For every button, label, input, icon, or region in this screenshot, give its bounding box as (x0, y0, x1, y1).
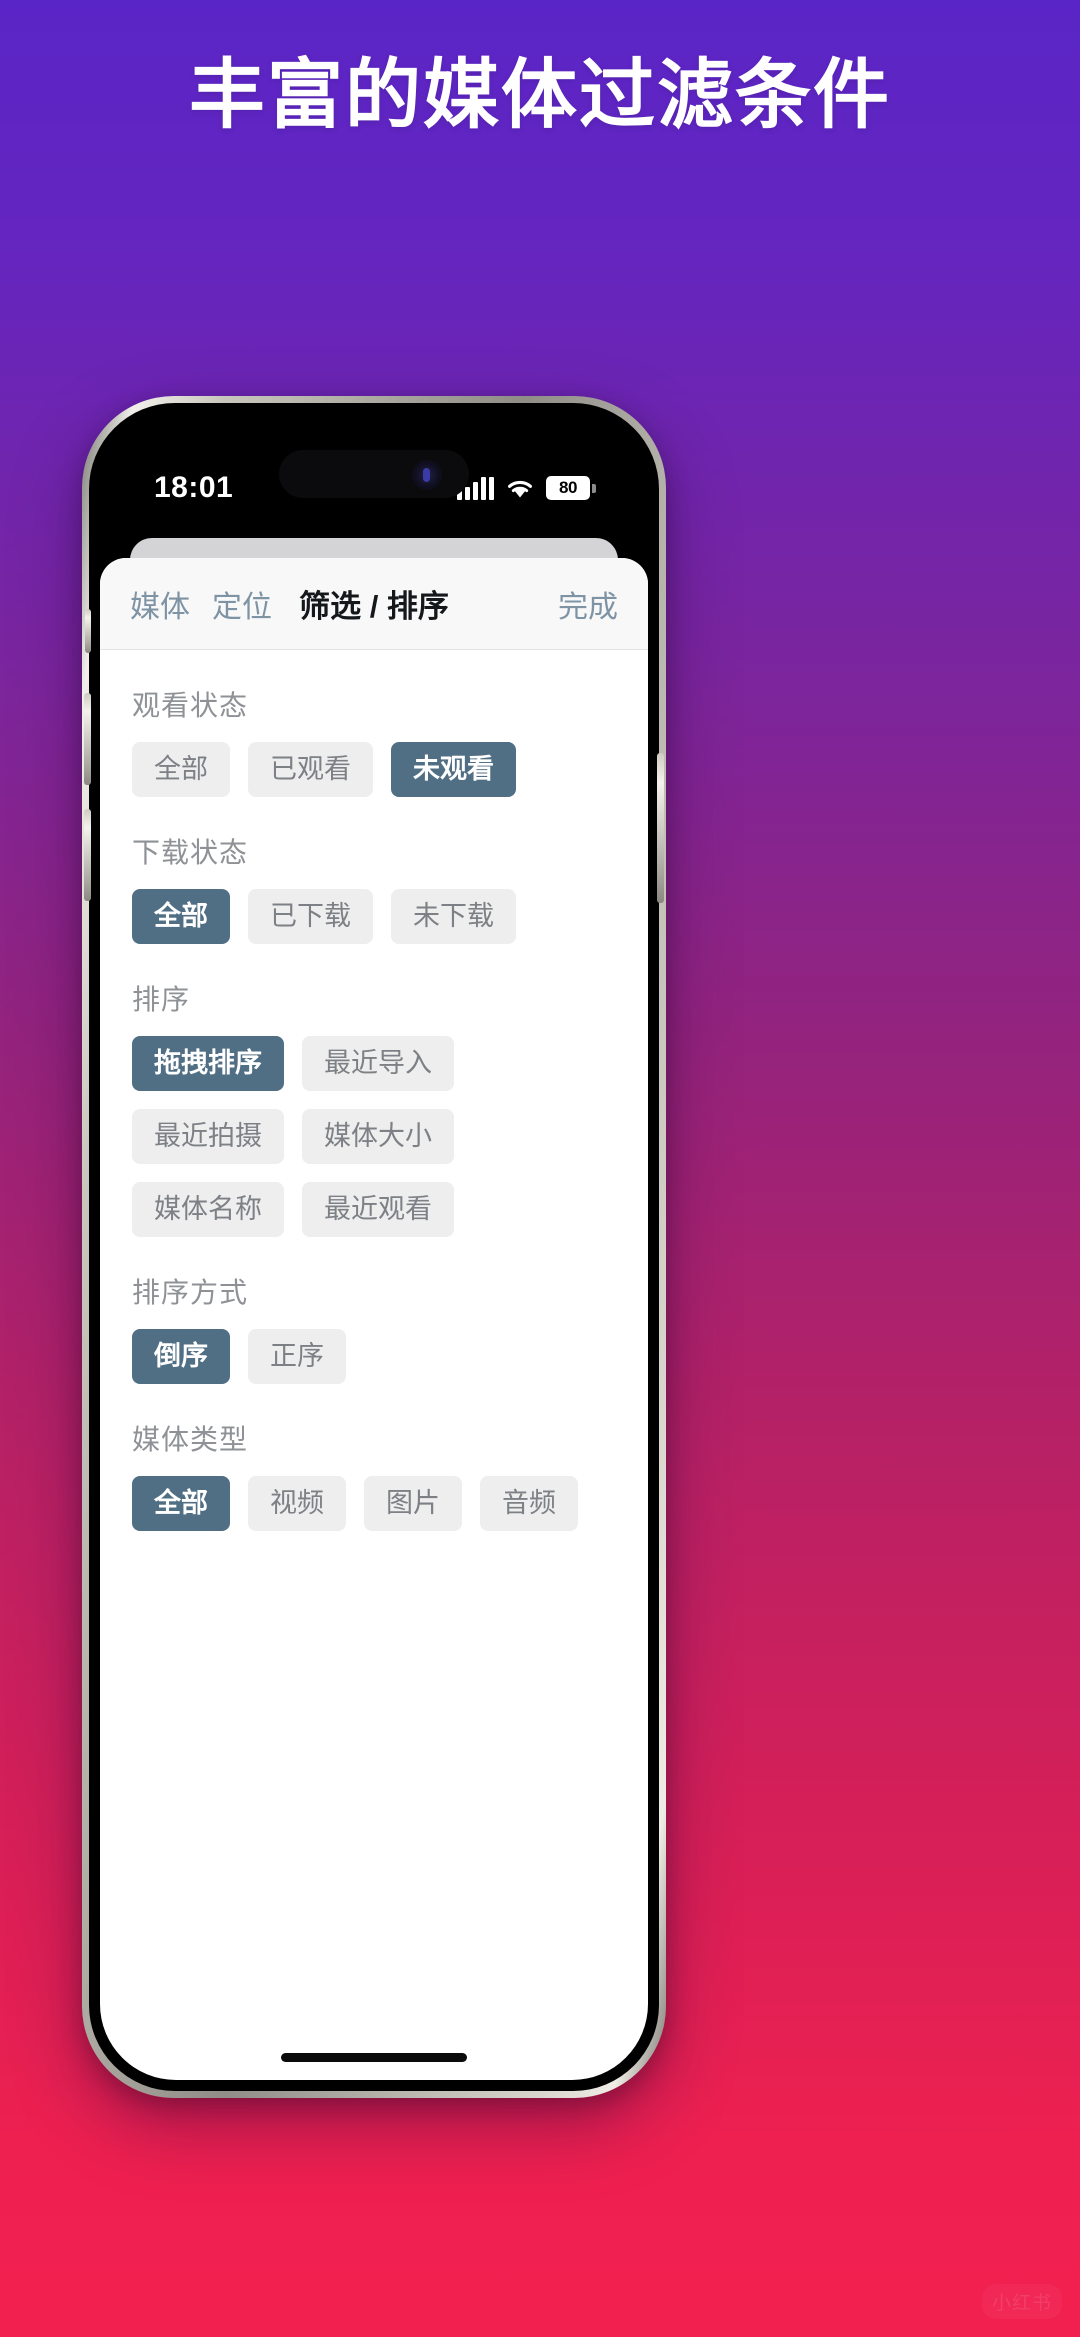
nav-locate-link[interactable]: 定位 (212, 582, 272, 626)
battery-icon: 80 (546, 476, 596, 500)
section-download-status: 下载状态 全部 已下载 未下载 (132, 831, 616, 944)
section-title: 下载状态 (132, 837, 249, 868)
done-button[interactable]: 完成 (558, 582, 618, 626)
section-watch-status: 观看状态 全部 已观看 未观看 (132, 684, 616, 797)
chip-type-video[interactable]: 视频 (248, 1476, 346, 1531)
nav-back-group[interactable]: 媒体 定位 (130, 582, 272, 626)
section-title: 排序 (132, 984, 191, 1015)
chip-watch-unwatched[interactable]: 未观看 (391, 742, 516, 797)
phone-bezel: 18:01 80 媒体 定位 筛选 / 排序 完成 观看状态 全部 已观看 未观… (84, 403, 664, 2091)
section-title: 观看状态 (132, 690, 249, 721)
section-sort-direction: 排序方式 倒序 正序 (132, 1271, 616, 1384)
filter-sort-sheet: 媒体 定位 筛选 / 排序 完成 观看状态 全部 已观看 未观看 下载状态 全部… (100, 558, 648, 2080)
section-media-type: 媒体类型 全部 视频 图片 音频 (132, 1418, 616, 1531)
chip-type-image[interactable]: 图片 (364, 1476, 462, 1531)
chip-group: 拖拽排序 最近导入 最近拍摄 媒体大小 媒体名称 最近观看 (132, 1036, 616, 1237)
section-title: 媒体类型 (132, 1424, 249, 1455)
status-bar-indicators: 80 (457, 476, 596, 500)
phone-screen: 18:01 80 媒体 定位 筛选 / 排序 完成 观看状态 全部 已观看 未观… (100, 414, 648, 2080)
chip-group: 全部 已下载 未下载 (132, 889, 616, 944)
chip-sort-media-size[interactable]: 媒体大小 (302, 1109, 454, 1164)
filter-sections: 观看状态 全部 已观看 未观看 下载状态 全部 已下载 未下载 排序 拖拽排序 … (100, 650, 648, 1531)
chip-watch-watched[interactable]: 已观看 (248, 742, 373, 797)
chip-download-downloaded[interactable]: 已下载 (248, 889, 373, 944)
chip-order-descending[interactable]: 倒序 (132, 1329, 230, 1384)
chip-download-all[interactable]: 全部 (132, 889, 230, 944)
chip-sort-recent-import[interactable]: 最近导入 (302, 1036, 454, 1091)
chip-order-ascending[interactable]: 正序 (248, 1329, 346, 1384)
wifi-icon (505, 477, 535, 500)
chip-download-not-downloaded[interactable]: 未下载 (391, 889, 516, 944)
power-button[interactable] (657, 753, 664, 903)
phone-device-frame: 18:01 80 媒体 定位 筛选 / 排序 完成 观看状态 全部 已观看 未观… (82, 396, 666, 2098)
silent-switch-button[interactable] (85, 609, 91, 653)
chip-watch-all[interactable]: 全部 (132, 742, 230, 797)
sheet-navigation-bar: 媒体 定位 筛选 / 排序 完成 (100, 558, 648, 650)
volume-down-button[interactable] (84, 809, 91, 901)
status-bar-clock: 18:01 (154, 471, 234, 504)
section-sort-by: 排序 拖拽排序 最近导入 最近拍摄 媒体大小 媒体名称 最近观看 (132, 978, 616, 1237)
battery-cap (592, 483, 596, 493)
nav-back-media-link[interactable]: 媒体 (130, 582, 190, 626)
section-title: 排序方式 (132, 1277, 249, 1308)
volume-up-button[interactable] (84, 693, 91, 785)
chip-sort-drag[interactable]: 拖拽排序 (132, 1036, 284, 1091)
chip-sort-recent-watch[interactable]: 最近观看 (302, 1182, 454, 1237)
page-title: 丰富的媒体过滤条件 (189, 53, 891, 138)
chip-type-audio[interactable]: 音频 (480, 1476, 578, 1531)
chip-group: 全部 视频 图片 音频 (132, 1476, 616, 1531)
chip-sort-recent-capture[interactable]: 最近拍摄 (132, 1109, 284, 1164)
chip-group: 全部 已观看 未观看 (132, 742, 616, 797)
chip-group: 倒序 正序 (132, 1329, 616, 1384)
battery-level-label: 80 (546, 476, 590, 500)
chip-type-all[interactable]: 全部 (132, 1476, 230, 1531)
chip-sort-media-name[interactable]: 媒体名称 (132, 1182, 284, 1237)
watermark-label: 小红书 (981, 2284, 1062, 2319)
home-indicator[interactable] (281, 2053, 467, 2062)
